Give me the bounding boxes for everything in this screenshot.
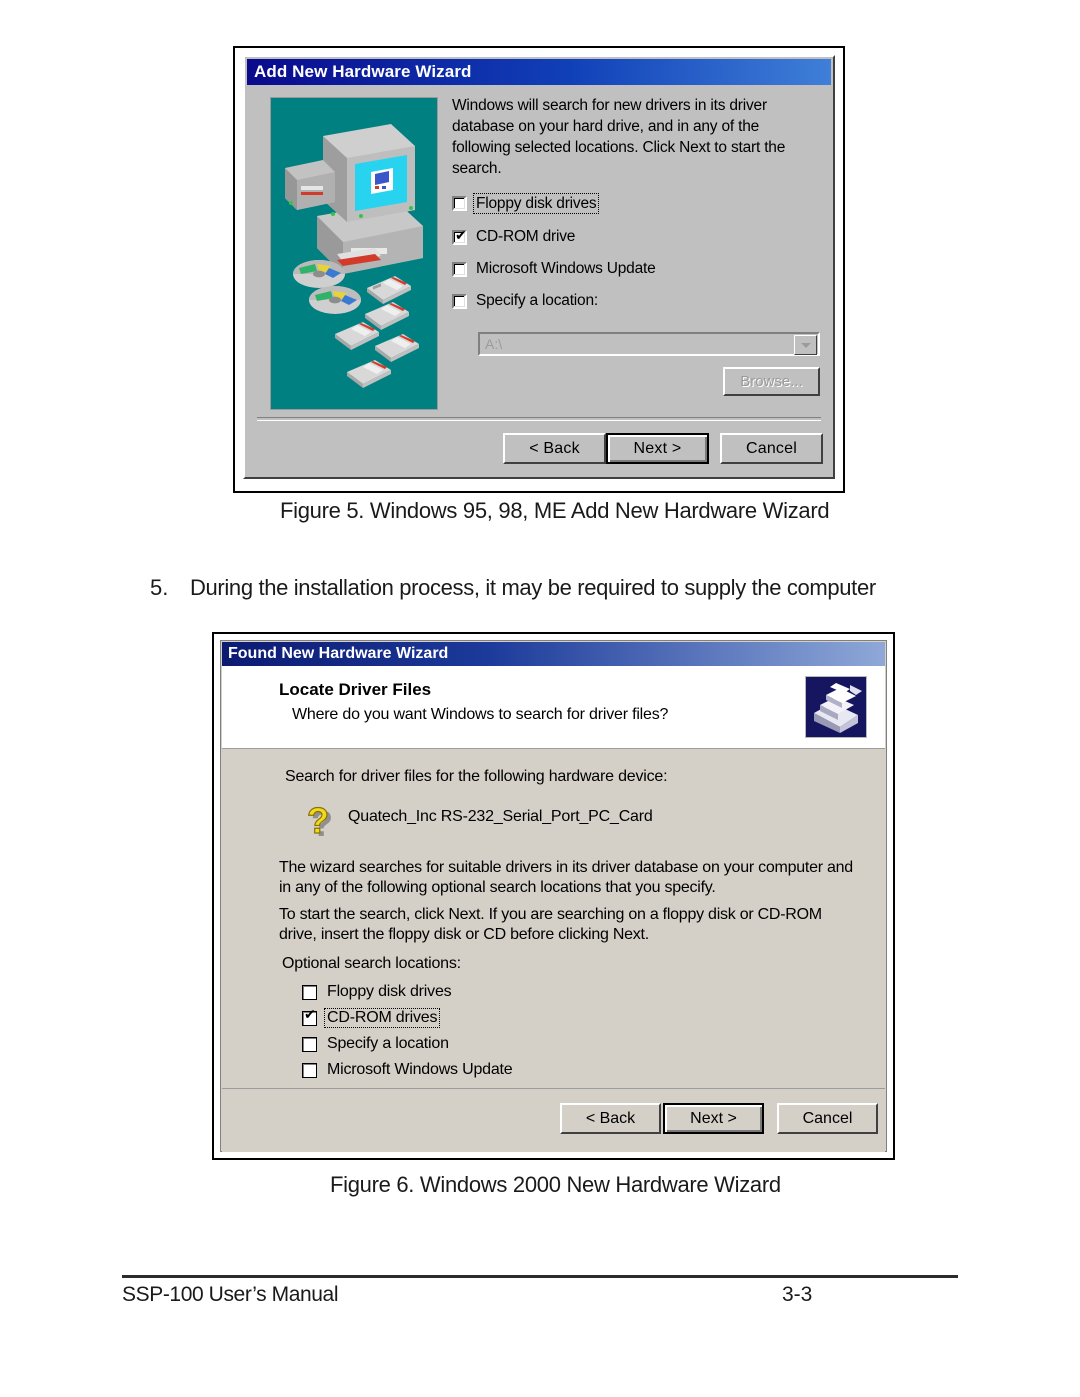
checkbox-box[interactable] (452, 262, 467, 277)
w95-intro-text: Windows will search for new drivers in i… (452, 97, 786, 177)
w2k-header-title: Locate Driver Files (279, 680, 432, 699)
question-mark-icon: ? ? (285, 799, 333, 848)
check-mark-icon: ✔ (455, 228, 467, 244)
checkbox-microsoft-windows-update[interactable]: Microsoft Windows Update (302, 1057, 513, 1083)
checkbox-box[interactable]: ✔ (302, 1006, 317, 1026)
figure-5-caption: Figure 5. Windows 95, 98, ME Add New Har… (280, 498, 830, 523)
w2k-body-panel: Search for driver files for the followin… (222, 750, 885, 1088)
chevron-down-icon[interactable] (794, 335, 817, 355)
checkbox-box[interactable]: ✔ (452, 228, 467, 245)
footer-page-number: 3-3 (782, 1283, 813, 1306)
location-combobox-value: A:\ (485, 336, 503, 352)
optional-search-locations-label: Optional search locations: (282, 955, 461, 972)
next-button[interactable]: Next > (606, 433, 709, 464)
add-new-hardware-wizard-window: Add New Hardware Wizard Windows will sea… (243, 55, 835, 479)
checkbox-box[interactable] (452, 294, 467, 309)
checkbox-label: Microsoft Windows Update (476, 260, 656, 277)
w95-content-column: Windows will search for new drivers in i… (452, 95, 820, 309)
footer-manual-title: SSP-100 User’s Manual (122, 1283, 339, 1306)
checkbox-label: CD-ROM drives (323, 1008, 441, 1028)
checkbox-box[interactable] (302, 1036, 317, 1052)
figure-5-image-frame: Add New Hardware Wizard Windows will sea… (233, 46, 845, 493)
checkbox-label: Specify a location (327, 1035, 449, 1052)
checkbox-label: Floppy disk drives (472, 193, 600, 214)
wizard-instruction-paragraph: To start the search, click Next. If you … (279, 906, 822, 943)
checkbox-cd-rom-drive[interactable]: ✔ CD-ROM drive (452, 228, 820, 245)
cancel-button[interactable]: Cancel (777, 1103, 878, 1134)
back-button[interactable]: < Back (503, 433, 606, 464)
w2k-title-bar: Found New Hardware Wizard (222, 642, 885, 666)
checkbox-box[interactable] (302, 984, 317, 1000)
found-new-hardware-wizard-window: Found New Hardware Wizard Locate Driver … (220, 640, 887, 1152)
checkbox-label: Microsoft Windows Update (327, 1061, 513, 1078)
wizard-description-paragraph: The wizard searches for suitable drivers… (279, 859, 853, 896)
checkbox-specify-a-location[interactable]: Specify a location: (452, 292, 820, 309)
checkbox-label: Floppy disk drives (327, 983, 452, 1000)
checkbox-floppy-disk-drives[interactable]: Floppy disk drives (302, 979, 513, 1005)
w95-separator (257, 417, 821, 421)
w95-title-bar: Add New Hardware Wizard (247, 59, 831, 85)
w2k-header-banner: Locate Driver Files Where do you want Wi… (222, 666, 885, 749)
svg-text:?: ? (307, 800, 329, 841)
next-button[interactable]: Next > (663, 1103, 764, 1134)
computer-cd-floppy-illustration (270, 97, 438, 410)
w95-window-title: Add New Hardware Wizard (254, 62, 472, 81)
checkbox-box[interactable] (302, 1062, 317, 1078)
step-number: 5. (150, 575, 169, 600)
step-text: During the installation process, it may … (190, 575, 876, 600)
figure-6-caption: Figure 6. Windows 2000 New Hardware Wiza… (330, 1172, 781, 1197)
browse-button[interactable]: Browse... (723, 367, 820, 396)
footer-divider (122, 1275, 958, 1278)
back-button[interactable]: < Back (560, 1103, 661, 1134)
checkbox-floppy-disk-drives[interactable]: Floppy disk drives (452, 193, 820, 214)
checkbox-label: Specify a location: (476, 292, 598, 309)
location-combobox[interactable]: A:\ (478, 332, 820, 356)
checkbox-specify-a-location[interactable]: Specify a location (302, 1031, 513, 1057)
w2k-footer-panel: < Back Next > Cancel (222, 1088, 885, 1152)
checkbox-box[interactable] (452, 196, 467, 211)
checkbox-label: CD-ROM drive (476, 228, 576, 245)
figure-6-image-frame: Found New Hardware Wizard Locate Driver … (212, 632, 895, 1160)
w2k-header-subtitle: Where do you want Windows to search for … (292, 706, 669, 723)
checkbox-microsoft-windows-update[interactable]: Microsoft Windows Update (452, 260, 820, 277)
device-name-text: Quatech_Inc RS-232_Serial_Port_PC_Card (348, 808, 653, 825)
check-mark-icon: ✔ (304, 1006, 316, 1023)
optional-search-locations-list: Floppy disk drives ✔ CD-ROM drives Speci… (302, 979, 513, 1083)
hardware-install-icon (805, 676, 867, 738)
cancel-button[interactable]: Cancel (720, 433, 823, 464)
checkbox-cd-rom-drives[interactable]: ✔ CD-ROM drives (302, 1005, 513, 1031)
w2k-window-title: Found New Hardware Wizard (228, 645, 449, 662)
search-prompt-text: Search for driver files for the followin… (285, 768, 668, 785)
